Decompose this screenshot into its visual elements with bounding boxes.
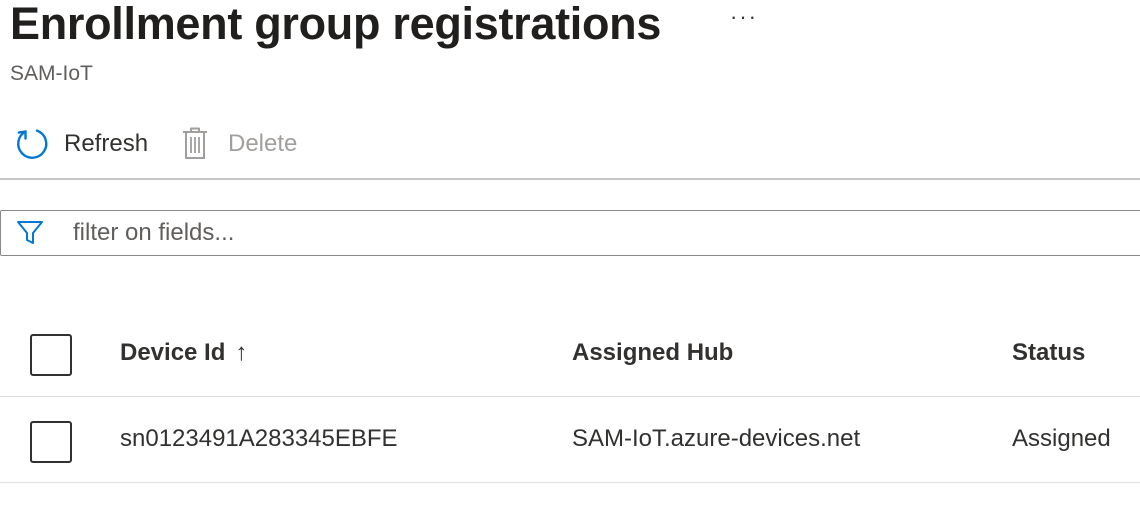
column-header-assigned-hub[interactable]: Assigned Hub	[572, 339, 733, 367]
table-row[interactable]: sn0123491A283345EBFE SAM-IoT.azure-devic…	[0, 397, 1140, 483]
page-title: Enrollment group registrations	[10, 0, 662, 49]
filter-box	[0, 210, 1140, 256]
select-all-checkbox[interactable]	[30, 334, 72, 376]
refresh-button[interactable]: Refresh	[14, 124, 148, 164]
trash-icon	[183, 127, 207, 159]
column-header-device-id-label: Device Id	[120, 339, 226, 366]
delete-button[interactable]: Delete	[180, 124, 297, 164]
refresh-label: Refresh	[64, 130, 149, 157]
toolbar-divider	[0, 178, 1140, 180]
delete-label: Delete	[228, 130, 298, 157]
page-subtitle: SAM-IoT	[10, 62, 93, 85]
more-options-button[interactable]: ···	[730, 4, 758, 30]
refresh-icon	[17, 129, 48, 159]
column-header-status[interactable]: Status	[1012, 339, 1085, 367]
status-cell: Assigned	[1012, 425, 1111, 452]
enrollment-registrations-page: Enrollment group registrations ··· SAM-I…	[0, 0, 1140, 506]
filter-icon	[17, 221, 43, 244]
assigned-hub-cell: SAM-IoT.azure-devices.net	[572, 425, 861, 452]
filter-input[interactable]	[73, 219, 1140, 247]
device-id-link[interactable]: sn0123491A283345EBFE	[120, 425, 398, 453]
column-header-device-id[interactable]: Device Id ↑	[120, 339, 247, 367]
sort-ascending-icon: ↑	[235, 339, 248, 366]
grid-header: Device Id ↑ Assigned Hub Status	[0, 311, 1140, 397]
row-checkbox[interactable]	[30, 421, 72, 463]
